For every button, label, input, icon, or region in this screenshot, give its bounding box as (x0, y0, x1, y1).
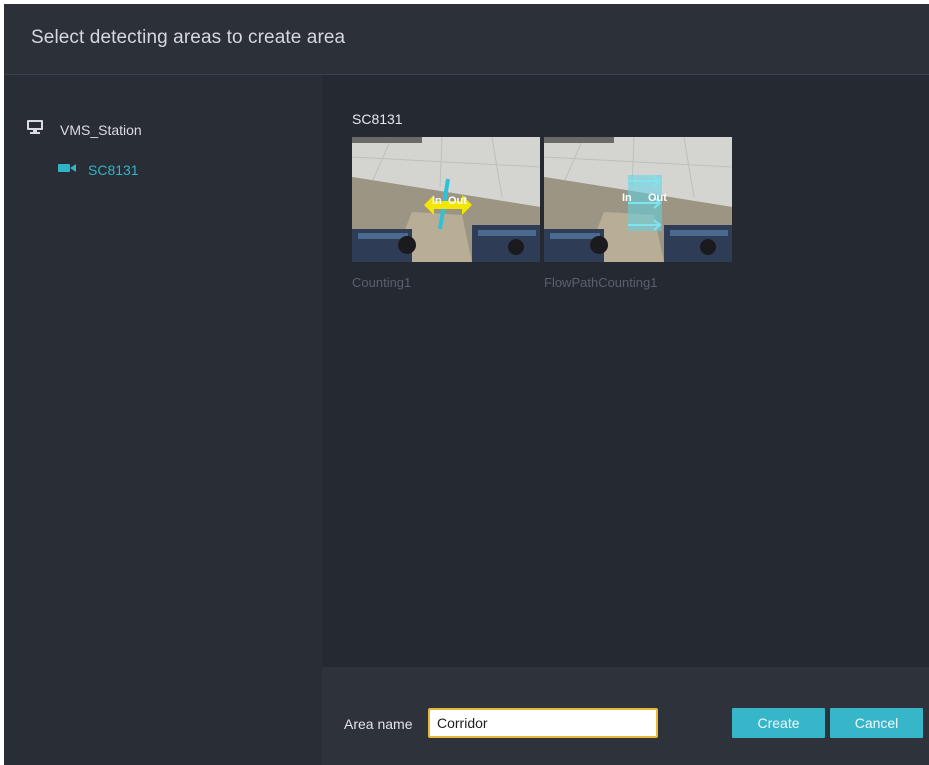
dialog-header: Select detecting areas to create area (4, 4, 929, 75)
camera-snapshot-counting1: In Out (352, 137, 540, 262)
tree-node-label: VMS_Station (60, 121, 142, 138)
tree-node-vms-station[interactable]: VMS_Station (26, 119, 142, 140)
create-area-dialog: Select detecting areas to create area VM… (4, 4, 929, 765)
rule-name: FlowPathCounting1 (544, 275, 658, 290)
device-tree-panel: VMS_Station SC8131 (4, 75, 322, 765)
out-label: Out (448, 195, 467, 207)
camera-snapshot-flowpathcounting1: In Out (544, 137, 732, 262)
video-camera-icon (58, 161, 76, 179)
rule-card-flowpathcounting1[interactable]: In Out FlowPathCounting1 (544, 137, 732, 290)
out-label: Out (648, 192, 667, 204)
dialog-title: Select detecting areas to create area (31, 27, 346, 48)
rule-card-counting1[interactable]: In Out Counting1 (352, 137, 540, 290)
area-name-label: Area name (344, 716, 413, 732)
device-name-heading: SC8131 (352, 111, 403, 127)
rule-name: Counting1 (352, 275, 412, 290)
monitor-icon (26, 119, 44, 140)
rule-selection-panel: SC8131 In Out Counting1 In Out FlowPathC… (322, 75, 929, 667)
tree-node-label: SC8131 (88, 162, 139, 178)
dialog-footer: Area name Create Cancel (322, 667, 929, 765)
in-label: In (432, 195, 442, 207)
area-name-input[interactable] (428, 708, 658, 738)
cancel-button[interactable]: Cancel (830, 708, 923, 738)
tree-node-camera-sc8131[interactable]: SC8131 (58, 161, 139, 179)
create-button[interactable]: Create (732, 708, 825, 738)
in-label: In (622, 192, 632, 204)
